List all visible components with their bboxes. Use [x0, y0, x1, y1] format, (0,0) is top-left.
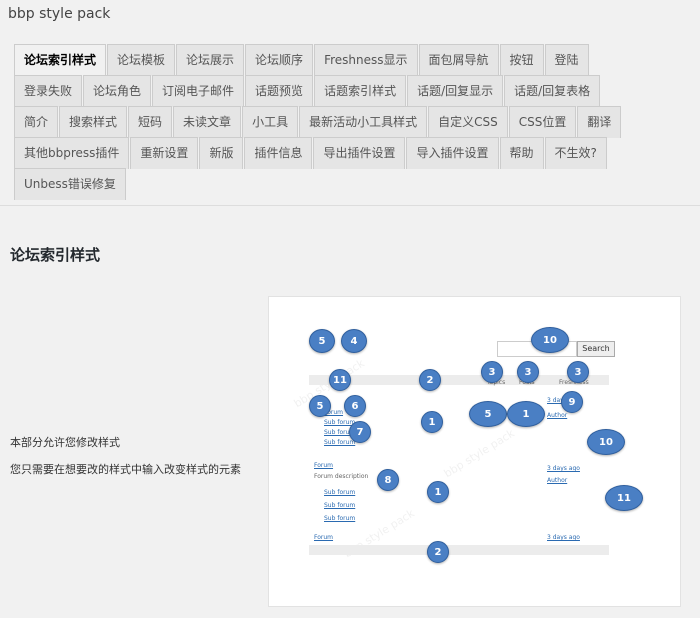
tab-0-1[interactable]: 论坛模板	[107, 44, 176, 76]
tab-2-6[interactable]: 自定义CSS	[428, 106, 508, 138]
tab-4-0[interactable]: Unbess错误修复	[14, 168, 126, 200]
tab-1-5[interactable]: 话题/回复显示	[407, 75, 504, 107]
preview-marker: 11	[605, 485, 643, 511]
tab-2-8[interactable]: 翻译	[577, 106, 622, 138]
preview-marker: 10	[531, 327, 569, 353]
tab-0-2[interactable]: 论坛展示	[176, 44, 245, 76]
section-description-1: 本部分允许您修改样式	[10, 436, 120, 449]
tab-3-3[interactable]: 插件信息	[244, 137, 313, 169]
tab-2-4[interactable]: 小工具	[242, 106, 299, 138]
tab-1-3[interactable]: 话题预览	[245, 75, 314, 107]
preview-marker: 8	[377, 469, 399, 491]
section-title: 论坛索引样式	[10, 246, 101, 264]
preview-marker: 9	[561, 391, 583, 413]
tab-1-1[interactable]: 论坛角色	[83, 75, 152, 107]
preview-search-button: Search	[577, 341, 615, 357]
tab-1-4[interactable]: 话题索引样式	[314, 75, 407, 107]
forum-index-preview-image: bbp style pack bbp style pack bbp style …	[268, 296, 681, 607]
tab-2-3[interactable]: 未读文章	[173, 106, 242, 138]
tab-0-0[interactable]: 论坛索引样式	[14, 44, 107, 76]
preview-marker: 1	[427, 481, 449, 503]
preview-marker: 3	[481, 361, 503, 383]
preview-marker: 1	[507, 401, 545, 427]
tab-1-6[interactable]: 话题/回复表格	[504, 75, 601, 107]
tab-row: 简介 搜索样式 短码 未读文章 小工具 最新活动小工具样式 自定义CSS CSS位置 翻译	[14, 106, 664, 138]
tab-0-6[interactable]: 按钮	[499, 44, 544, 76]
preview-footer-bar	[309, 545, 609, 555]
preview-marker: 3	[517, 361, 539, 383]
tab-0-5[interactable]: 面包屑导航	[418, 44, 499, 76]
section-description-2: 您只需要在想要改的样式中输入改变样式的元素	[10, 463, 241, 476]
tab-row: 论坛索引样式 论坛模板 论坛展示 论坛顺序 Freshness显示 面包屑导航 按钮 登陆	[14, 44, 664, 76]
tab-3-7[interactable]: 不生效?	[544, 137, 607, 169]
tab-3-6[interactable]: 帮助	[499, 137, 544, 169]
settings-tabs: 论坛索引样式 论坛模板 论坛展示 论坛顺序 Freshness显示 面包屑导航 按钮 登陆 登录…	[14, 44, 664, 200]
tab-2-0[interactable]: 简介	[14, 106, 59, 138]
divider	[0, 205, 700, 206]
tab-2-5[interactable]: 最新活动小工具样式	[299, 106, 428, 138]
preview-marker: 10	[587, 429, 625, 455]
preview-marker: 7	[349, 421, 371, 443]
preview-marker: 5	[309, 395, 331, 417]
tab-3-1[interactable]: 重新设置	[130, 137, 199, 169]
tab-3-2[interactable]: 新版	[199, 137, 244, 169]
tab-1-2[interactable]: 订阅电子邮件	[152, 75, 245, 107]
tab-0-7[interactable]: 登陆	[544, 44, 589, 76]
preview-marker: 11	[329, 369, 351, 391]
app-title: bbp style pack	[8, 6, 111, 22]
preview-marker: 5	[309, 329, 335, 353]
preview-marker: 3	[567, 361, 589, 383]
tab-2-2[interactable]: 短码	[128, 106, 173, 138]
tab-row: 登录失败 论坛角色 订阅电子邮件 话题预览 话题索引样式 话题/回复显示 话题/回复表格	[14, 75, 664, 107]
tab-row: 其他bbpress插件 重新设置 新版 插件信息 导出插件设置 导入插件设置 帮助 不生效?	[14, 137, 664, 169]
preview-marker: 2	[419, 369, 441, 391]
tab-2-7[interactable]: CSS位置	[508, 106, 577, 138]
tab-0-3[interactable]: 论坛顺序	[245, 44, 314, 76]
preview-marker: 4	[341, 329, 367, 353]
tab-3-5[interactable]: 导入插件设置	[406, 137, 499, 169]
preview-marker: 5	[469, 401, 507, 427]
tab-3-0[interactable]: 其他bbpress插件	[14, 137, 130, 169]
watermark: bbp style pack	[441, 426, 517, 481]
tab-0-4[interactable]: Freshness显示	[314, 44, 418, 76]
preview-marker: 6	[344, 395, 366, 417]
tab-row: Unbess错误修复	[14, 168, 664, 200]
tab-1-0[interactable]: 登录失败	[14, 75, 83, 107]
preview-marker: 2	[427, 541, 449, 563]
tab-3-4[interactable]: 导出插件设置	[313, 137, 406, 169]
tab-2-1[interactable]: 搜索样式	[59, 106, 128, 138]
preview-marker: 1	[421, 411, 443, 433]
